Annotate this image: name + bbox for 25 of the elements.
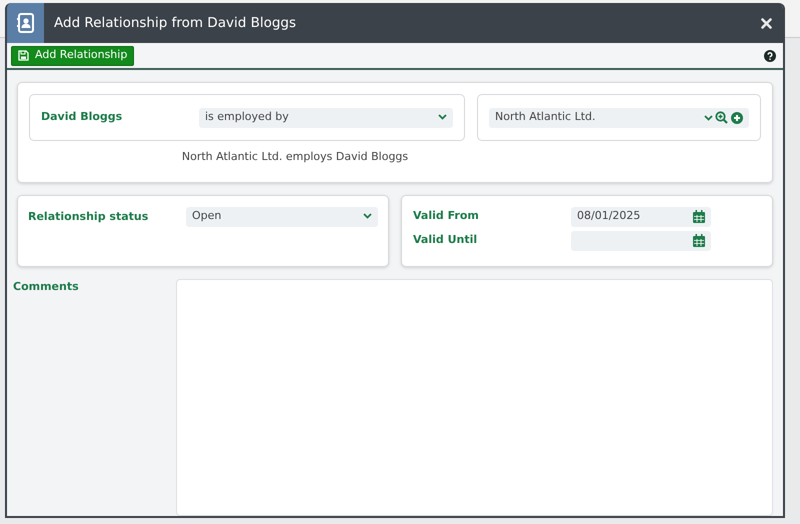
chevron-down-icon [704, 114, 712, 120]
calendar-icon[interactable] [693, 210, 705, 223]
window-title: Add Relationship from David Bloggs [54, 14, 296, 33]
relationship-type-select[interactable]: is employed by [199, 108, 453, 128]
close-icon[interactable] [761, 18, 772, 28]
add-icon[interactable] [731, 112, 743, 124]
status-select[interactable]: Open [186, 206, 378, 226]
relationship-summary: North Atlantic Ltd. employs David Bloggs [182, 150, 408, 163]
help-icon[interactable] [764, 50, 776, 62]
field-label: Valid From [413, 208, 480, 224]
add-relationship-button[interactable]: Add Relationship [11, 46, 134, 66]
contact-book-icon [16, 13, 34, 33]
field-label: Relationship status [28, 208, 150, 224]
date-field[interactable] [571, 230, 711, 250]
chevron-down-icon [363, 213, 372, 220]
field-label: Comments [13, 280, 79, 292]
zoom-in-icon[interactable] [715, 111, 728, 124]
comments-field[interactable] [176, 278, 773, 516]
calendar-icon[interactable] [693, 234, 705, 247]
chevron-down-icon [438, 114, 447, 120]
related-party-select[interactable]: North Atlantic Ltd. [489, 108, 749, 128]
field-label: Valid Until [413, 232, 478, 248]
date-field[interactable]: 08/01/2025 [571, 206, 711, 226]
save-icon [18, 50, 29, 61]
person-label: David Bloggs [41, 109, 124, 126]
